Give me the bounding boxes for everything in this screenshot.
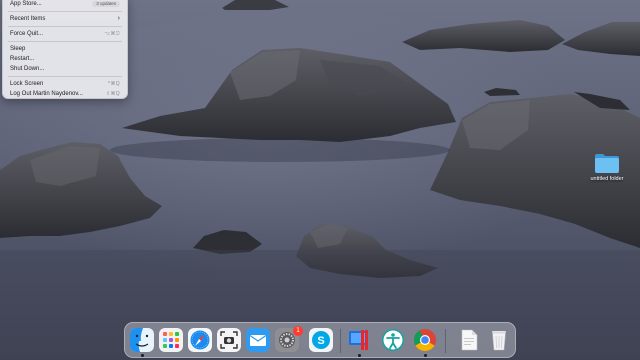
screenshot-icon bbox=[217, 328, 241, 352]
chrome-icon bbox=[414, 329, 436, 351]
chevron-right-icon: › bbox=[117, 15, 120, 22]
dock-safari[interactable] bbox=[188, 328, 212, 352]
menu-separator bbox=[8, 11, 122, 12]
menu-shortcut: ^⌘Q bbox=[107, 81, 120, 87]
menu-item-app-store[interactable]: App Store... 3 updates bbox=[3, 0, 127, 9]
menu-item-log-out[interactable]: Log Out Martin Naydenov... ⇧⌘Q bbox=[3, 89, 127, 99]
dock-finder[interactable] bbox=[130, 328, 154, 352]
safari-icon bbox=[188, 328, 212, 352]
dock-skype[interactable]: S bbox=[309, 328, 333, 352]
menu-separator bbox=[8, 26, 122, 27]
menu-item-force-quit[interactable]: Force Quit... ⌥⌘⎋ bbox=[3, 29, 127, 39]
updates-badge: 3 updates bbox=[92, 1, 120, 7]
parallels-icon bbox=[349, 330, 368, 350]
dock-screenshot[interactable] bbox=[217, 328, 241, 352]
menu-item-restart[interactable]: Restart... bbox=[3, 54, 127, 64]
dock-separator bbox=[340, 329, 341, 353]
notification-badge: 1 bbox=[293, 326, 303, 336]
menu-item-label: Shut Down... bbox=[10, 66, 45, 72]
running-indicator bbox=[424, 354, 427, 357]
finder-icon bbox=[130, 328, 154, 352]
menu-item-label: Restart... bbox=[10, 56, 35, 62]
running-indicator bbox=[358, 354, 361, 357]
dock-launchpad[interactable] bbox=[159, 328, 183, 352]
folder-label: untitled folder bbox=[590, 176, 624, 182]
mail-icon bbox=[246, 328, 270, 352]
dock-accessibility[interactable] bbox=[381, 328, 405, 352]
menu-shortcut: ⌥⌘⎋ bbox=[104, 31, 120, 37]
running-indicator bbox=[141, 354, 144, 357]
menu-shortcut: ⇧⌘Q bbox=[106, 91, 120, 97]
menu-item-label: Log Out Martin Naydenov... bbox=[10, 91, 83, 97]
folder-icon bbox=[595, 154, 619, 173]
menu-item-label: Sleep bbox=[10, 46, 26, 52]
menu-separator bbox=[8, 76, 122, 77]
dock-chrome[interactable] bbox=[413, 328, 437, 352]
svg-text:S: S bbox=[317, 335, 324, 347]
skype-icon: S bbox=[309, 328, 333, 352]
launchpad-icon bbox=[159, 328, 183, 352]
trash-icon bbox=[492, 331, 506, 351]
menu-item-label: App Store... bbox=[10, 1, 42, 7]
dock-mail[interactable] bbox=[246, 328, 270, 352]
document-icon bbox=[461, 329, 478, 351]
menu-item-label: Recent Items bbox=[10, 16, 46, 22]
menu-separator bbox=[8, 41, 122, 42]
menu-item-label: Force Quit... bbox=[10, 31, 44, 37]
dock-parallels[interactable] bbox=[347, 328, 371, 352]
dock-trash[interactable] bbox=[487, 328, 511, 352]
menu-item-label: Lock Screen bbox=[10, 81, 44, 87]
accessibility-icon bbox=[382, 329, 404, 351]
desktop-folder-untitled[interactable]: untitled folder bbox=[584, 152, 630, 182]
menu-item-shut-down[interactable]: Shut Down... bbox=[3, 64, 127, 74]
dock: 1 S bbox=[124, 322, 516, 358]
dock-separator bbox=[445, 329, 446, 353]
menu-item-sleep[interactable]: Sleep bbox=[3, 44, 127, 54]
apple-menu: App Store... 3 updates Recent Items › Fo… bbox=[2, 0, 128, 99]
menu-item-lock-screen[interactable]: Lock Screen ^⌘Q bbox=[3, 79, 127, 89]
dock-document[interactable] bbox=[457, 328, 481, 352]
menu-item-recent-items[interactable]: Recent Items › bbox=[3, 14, 127, 24]
